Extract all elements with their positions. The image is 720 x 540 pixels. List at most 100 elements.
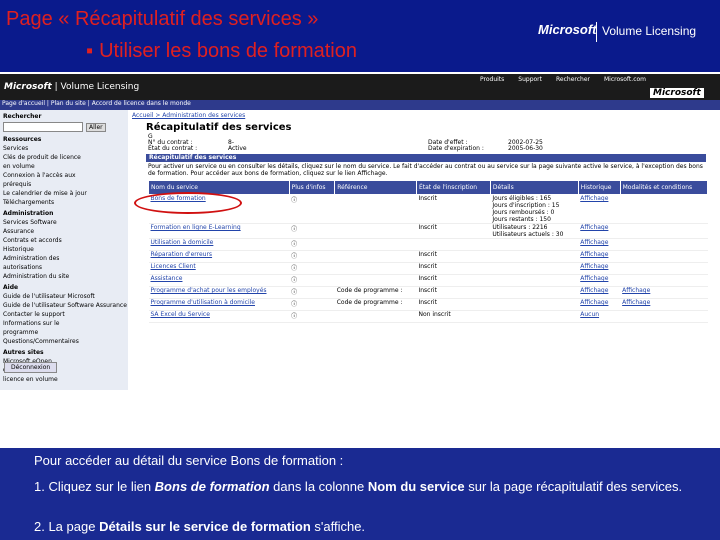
sidebar-item[interactable]: autorisations: [0, 263, 128, 272]
top-nav-item[interactable]: Support: [518, 76, 542, 83]
terms-link: [620, 194, 708, 224]
info-icon[interactable]: ⓘ: [289, 310, 335, 323]
table-row: Licences Client ⓘ Inscrit Affichage: [148, 262, 708, 275]
service-name-link[interactable]: SA Excel du Service: [148, 310, 290, 323]
sidebar-items: Ressources Services Clés de produit de lic…: [0, 135, 128, 384]
sidebar-item[interactable]: Le calendrier de mise à jour: [0, 189, 128, 198]
info-icon[interactable]: ⓘ: [289, 223, 335, 239]
info-icon[interactable]: ⓘ: [289, 286, 335, 299]
service-name-link[interactable]: Programme d'achat pour les employés: [148, 286, 290, 299]
sidebar-item[interactable]: prérequis: [0, 180, 128, 189]
terms-link: [620, 262, 708, 275]
service-name-link[interactable]: Utilisation à domicile: [148, 238, 290, 251]
service-name-link[interactable]: Licences Client: [148, 262, 290, 275]
table-row: Formation en ligne E-Learning ⓘ Inscrit Uti…: [148, 223, 708, 239]
sidebar-item[interactable]: Guide de l'utilisateur Microsoft: [0, 292, 128, 301]
bullet-icon: ▪: [86, 40, 94, 62]
sidebar-item[interactable]: Contacter le support: [0, 310, 128, 319]
step1-text-3: sur la page récapitulatif des services.: [464, 479, 683, 494]
sidebar-item[interactable]: licence en volume: [0, 375, 128, 384]
service-name-link[interactable]: Réparation d'erreurs: [148, 250, 290, 263]
reference-cell: [334, 194, 417, 224]
history-link[interactable]: Affichage: [578, 274, 621, 287]
details-cell: [490, 274, 579, 287]
search-input[interactable]: [3, 122, 83, 132]
details-cell: Utilisateurs : 2216 Utilisateurs actuels…: [490, 223, 579, 239]
highlight-circle: [134, 192, 242, 214]
sidebar-item[interactable]: Administration du site: [0, 272, 128, 281]
sidebar-item[interactable]: Guide de l'utilisateur Software Assuranc…: [0, 301, 128, 310]
terms-link: [620, 250, 708, 263]
service-name-link[interactable]: Programme d'utilisation à domicile: [148, 298, 290, 311]
sidebar-item[interactable]: Clés de produit de licence: [0, 153, 128, 162]
top-nav-item[interactable]: Rechercher: [556, 76, 590, 83]
service-name-link[interactable]: Formation en ligne E-Learning: [148, 223, 290, 239]
caption-step-2: 2. La page Détails sur le service de for…: [34, 519, 365, 534]
info-icon[interactable]: ⓘ: [289, 298, 335, 311]
info-v: Active: [228, 145, 247, 152]
details-cell: [490, 238, 579, 251]
sidebar-item[interactable]: Informations sur le: [0, 319, 128, 328]
details-cell: [490, 310, 579, 323]
sidebar-item[interactable]: Administration des: [0, 254, 128, 263]
table-row: Programme d'utilisation à domicile ⓘ Code …: [148, 298, 708, 311]
service-name-link[interactable]: Assistance: [148, 274, 290, 287]
logo-divider: [596, 22, 597, 42]
info-icon[interactable]: ⓘ: [289, 250, 335, 263]
sidebar-item[interactable]: Téléchargements: [0, 198, 128, 207]
history-link[interactable]: Affichage: [578, 194, 621, 224]
step2-text-2: s'affiche.: [310, 519, 366, 534]
sidebar-heading: Autres sites: [3, 349, 44, 356]
sidebar-item[interactable]: Services Software: [0, 218, 128, 227]
column-header: Référence: [334, 180, 417, 195]
history-link[interactable]: Affichage: [578, 298, 621, 311]
info-icon[interactable]: ⓘ: [289, 238, 335, 251]
contract-info: G N° du contrat :8- Date d'effet :2002-07-…: [148, 134, 708, 152]
table-header-row: Nom du service Plus d'infos Référence État …: [148, 180, 709, 195]
sidebar: Rechercher Aller Ressources Services Clés …: [0, 110, 128, 390]
state-cell: Inscrit: [416, 194, 491, 224]
table-row: SA Excel du Service ⓘ Non inscrit Aucun: [148, 310, 708, 323]
volume-licensing-logo: Volume Licensing: [602, 24, 697, 38]
top-nav-item[interactable]: Microsoft.com: [604, 76, 646, 83]
details-cell: [490, 298, 579, 311]
top-nav-item[interactable]: Produits: [480, 76, 504, 83]
info-row: État du contrat : Active Date d'expiration…: [148, 146, 708, 152]
reference-cell: Code de programme :: [334, 286, 417, 299]
caption-intro: Pour accéder au détail du service Bons d…: [34, 453, 344, 468]
history-link[interactable]: Affichage: [578, 223, 621, 239]
details-cell: Jours éligibles : 165 Jours d'inscriptio…: [490, 194, 579, 224]
sidebar-item[interactable]: Services: [0, 144, 128, 153]
table-row: Programme d'achat pour les employés ⓘ Code…: [148, 286, 708, 299]
sidebar-item[interactable]: Contrats et accords: [0, 236, 128, 245]
sidebar-item[interactable]: Historique: [0, 245, 128, 254]
slide: Page « Récapitulatif des services » ▪ Uti…: [0, 0, 720, 540]
sidebar-item[interactable]: Assurance: [0, 227, 128, 236]
info-v2: 2005-06-30: [508, 145, 543, 152]
terms-link[interactable]: Affichage: [620, 286, 708, 299]
reference-cell: [334, 250, 417, 263]
column-header: Modalités et conditions: [619, 180, 709, 195]
reference-cell: [334, 310, 417, 323]
step2-page-name: Détails sur le service de formation: [99, 519, 311, 534]
breadcrumb[interactable]: Accueil > Administration des services: [132, 112, 245, 119]
sidebar-item[interactable]: programme: [0, 328, 128, 337]
history-link[interactable]: Affichage: [578, 286, 621, 299]
search-go-button[interactable]: Aller: [86, 122, 106, 132]
info-icon[interactable]: ⓘ: [289, 262, 335, 275]
sidebar-item[interactable]: en volume: [0, 162, 128, 171]
info-icon[interactable]: ⓘ: [289, 194, 335, 224]
history-link[interactable]: Affichage: [578, 238, 621, 251]
site-top-links[interactable]: Page d'accueil | Plan du site | Accord d…: [2, 100, 191, 107]
history-link[interactable]: Affichage: [578, 262, 621, 275]
history-link[interactable]: Aucun: [578, 310, 621, 323]
logout-button[interactable]: Déconnexion: [4, 362, 58, 373]
sidebar-item[interactable]: Connexion à l'accès aux: [0, 171, 128, 180]
history-link[interactable]: Affichage: [578, 250, 621, 263]
info-icon[interactable]: ⓘ: [289, 274, 335, 287]
table-row: Utilisation à domicile ⓘ Affichage: [148, 238, 708, 251]
table-body: Bons de formation ⓘ Inscrit Jours éligibles…: [148, 194, 708, 323]
sidebar-item[interactable]: Questions/Commentaires: [0, 337, 128, 346]
terms-link[interactable]: Affichage: [620, 298, 708, 311]
screenshot: Microsoft | Volume Licensing Produits Sup…: [0, 74, 720, 390]
